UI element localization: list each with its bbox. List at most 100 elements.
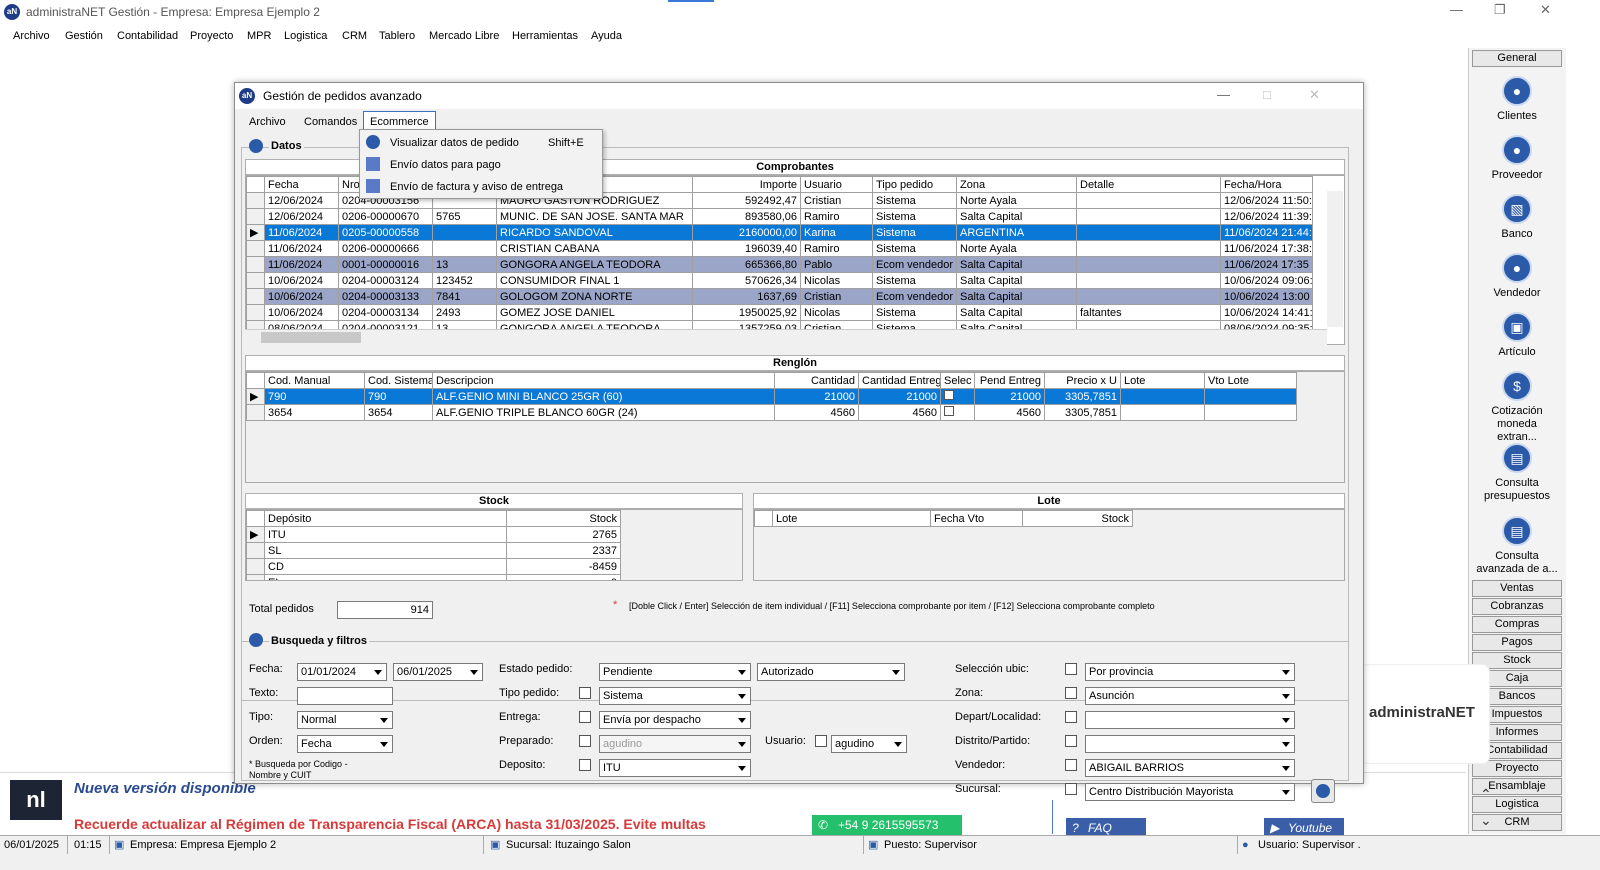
dialog-close-icon[interactable]: ✕ (1309, 87, 1320, 103)
row-indicator[interactable] (246, 208, 265, 225)
stock-row[interactable]: SL 2337 (246, 542, 621, 559)
tipo-pedido-checkbox[interactable] (579, 687, 591, 699)
comprobante-row[interactable]: 11/06/2024 0001-00000016 13 GONGORA ANGELA … (246, 256, 1313, 273)
search-button[interactable] (1311, 779, 1335, 803)
entrega-checkbox[interactable] (579, 711, 591, 723)
comprobantes-grid[interactable]: Fecha Nro Importe Usuario Tipo pedido Zona Det… (245, 175, 1345, 345)
menu-herramientas[interactable]: Herramientas (512, 30, 578, 42)
vendedor-select[interactable]: ABIGAIL BARRIOS (1085, 759, 1295, 777)
comprobantes-vscroll[interactable] (1327, 191, 1343, 327)
distrito-select[interactable] (1085, 735, 1295, 753)
dialog-menu-comandos[interactable]: Comandos (304, 116, 357, 128)
lote-grid[interactable]: Lote Fecha Vto Stock (753, 509, 1345, 581)
menu-crm[interactable]: CRM (342, 30, 367, 42)
sidebar-item-cotizacion[interactable]: $ Cotización moneda extran... (1472, 371, 1562, 444)
selec-checkbox[interactable] (944, 406, 954, 416)
zona-select[interactable]: Asunción (1085, 687, 1295, 705)
sidebar-group-cobranzas[interactable]: Cobranzas (1472, 598, 1562, 615)
depart-select[interactable] (1085, 711, 1295, 729)
sidebar-group-pagos[interactable]: Pagos (1472, 634, 1562, 651)
renglon-row[interactable]: 3654 3654 ALF.GENIO TRIPLE BLANCO 60GR (24… (246, 404, 1297, 421)
row-indicator[interactable]: ▶ (246, 388, 265, 405)
sidebar-item-clientes[interactable]: ● Clientes (1472, 76, 1562, 122)
menu-mpr[interactable]: MPR (247, 30, 271, 42)
menu-archivo[interactable]: Archivo (13, 30, 50, 42)
seleccion-ubic-checkbox[interactable] (1065, 663, 1077, 675)
vendedor-checkbox[interactable] (1065, 759, 1077, 771)
menu-proyecto[interactable]: Proyecto (190, 30, 233, 42)
sidebar-item-articulo[interactable]: ▣ Artículo (1472, 312, 1562, 358)
menu-mercado-libre[interactable]: Mercado Libre (429, 30, 499, 42)
row-indicator[interactable] (246, 272, 265, 289)
stock-row[interactable]: CD -8459 (246, 558, 621, 575)
fecha-desde-picker[interactable]: 01/01/2024 (297, 663, 387, 681)
stock-grid[interactable]: DepósitoStock ▶ITU2765SL2337CD-8459EL0 (245, 509, 743, 581)
comprobante-row[interactable]: 12/06/2024 0206-00000670 5765 MUNIC. DE SAN… (246, 208, 1313, 225)
comprobante-row[interactable]: 10/06/2024 0204-00003133 7841 GOLOGOM ZONA … (246, 288, 1313, 305)
row-indicator[interactable] (246, 288, 265, 305)
deposito-checkbox[interactable] (579, 759, 591, 771)
stock-row[interactable]: ▶ ITU 2765 (246, 526, 621, 543)
minimize-icon[interactable]: — (1450, 2, 1463, 17)
row-indicator[interactable] (246, 240, 265, 257)
restore-icon[interactable]: ❐ (1494, 2, 1506, 18)
zona-checkbox[interactable] (1065, 687, 1077, 699)
row-indicator[interactable] (246, 256, 265, 273)
dialog-minimize-icon[interactable]: — (1217, 87, 1230, 102)
usuario-select[interactable]: agudino (831, 735, 907, 753)
sidebar-item-consulta-avanzada[interactable]: ▤ Consulta avanzada de a... (1472, 516, 1562, 576)
sidebar-item-proveedor[interactable]: ● Proveedor (1472, 135, 1562, 181)
menu-envio-factura[interactable]: Envío de factura y aviso de entrega (360, 176, 602, 198)
entrega-select[interactable]: Envía por despacho (599, 711, 751, 729)
comprobantes-hscroll[interactable] (245, 329, 1327, 345)
close-icon[interactable]: ✕ (1540, 2, 1551, 18)
row-indicator[interactable]: ▶ (246, 224, 265, 241)
distrito-checkbox[interactable] (1065, 735, 1077, 747)
menu-logistica[interactable]: Logistica (284, 30, 327, 42)
orden-select[interactable]: Fecha (297, 735, 393, 753)
sidebar-group-ventas[interactable]: Ventas (1472, 580, 1562, 597)
comprobante-row[interactable]: 11/06/2024 0206-00000666 CRISTIAN CABANA 19… (246, 240, 1313, 257)
estado-select[interactable]: Pendiente (599, 663, 751, 681)
menu-visualizar-datos[interactable]: Visualizar datos de pedido Shift+E (360, 132, 602, 154)
texto-input[interactable] (297, 687, 393, 705)
sucursal-checkbox[interactable] (1065, 783, 1077, 795)
menu-tablero[interactable]: Tablero (379, 30, 415, 42)
new-version-headline[interactable]: Nueva versión disponible (74, 780, 256, 797)
preparado-select[interactable]: agudino (599, 735, 751, 753)
sidebar-item-consulta-presupuestos[interactable]: ▤ Consulta presupuestos (1472, 443, 1562, 503)
usuario-checkbox[interactable] (815, 735, 827, 747)
sidebar-item-banco[interactable]: ▧ Banco (1472, 194, 1562, 240)
row-indicator[interactable] (246, 542, 265, 559)
selec-checkbox[interactable] (944, 390, 954, 400)
row-indicator[interactable] (246, 558, 265, 575)
sidebar-header-general[interactable]: General (1472, 50, 1562, 67)
menu-ayuda[interactable]: Ayuda (591, 30, 622, 42)
menu-envio-datos-pago[interactable]: Envío datos para pago (360, 154, 602, 176)
menu-contabilidad[interactable]: Contabilidad (117, 30, 178, 42)
renglon-grid[interactable]: Cod. Manual Cod. Sistema Descripcion Cantid… (245, 371, 1345, 483)
scroll-down-icon[interactable]: ⌄ (1480, 812, 1492, 829)
comprobante-row[interactable]: 10/06/2024 0204-00003134 2493 GOMEZ JOSE DA… (246, 304, 1313, 321)
stock-vscroll[interactable] (725, 511, 741, 579)
row-indicator[interactable]: ▶ (246, 526, 265, 543)
tipo-pedido-select[interactable]: Sistema (599, 687, 751, 705)
menu-gestion[interactable]: Gestión (65, 30, 103, 42)
fecha-hasta-picker[interactable]: 06/01/2025 (393, 663, 483, 681)
stock-row[interactable]: EL0 (246, 574, 621, 580)
row-indicator[interactable] (246, 574, 265, 580)
autorizado-select[interactable]: Autorizado (757, 663, 905, 681)
sucursal-select[interactable]: Centro Distribución Mayorista (1085, 783, 1295, 801)
renglon-row[interactable]: ▶ 790 790 ALF.GENIO MINI BLANCO 25GR (60) 21… (246, 388, 1297, 405)
deposito-select[interactable]: ITU (599, 759, 751, 777)
row-indicator[interactable] (246, 192, 265, 209)
seleccion-ubic-select[interactable]: Por provincia (1085, 663, 1295, 681)
depart-checkbox[interactable] (1065, 711, 1077, 723)
scroll-up-icon[interactable]: ⌃ (1480, 786, 1492, 803)
sidebar-item-vendedor[interactable]: ● Vendedor (1472, 253, 1562, 299)
comprobante-row[interactable]: 10/06/2024 0204-00003124 123452 CONSUMIDOR … (246, 272, 1313, 289)
dialog-menu-archivo[interactable]: Archivo (249, 116, 286, 128)
comprobante-row[interactable]: ▶ 11/06/2024 0205-00000558 RICARDO SANDOVAL… (246, 224, 1313, 241)
preparado-checkbox[interactable] (579, 735, 591, 747)
whatsapp-button[interactable]: ✆ +54 9 2615595573 (812, 815, 962, 836)
